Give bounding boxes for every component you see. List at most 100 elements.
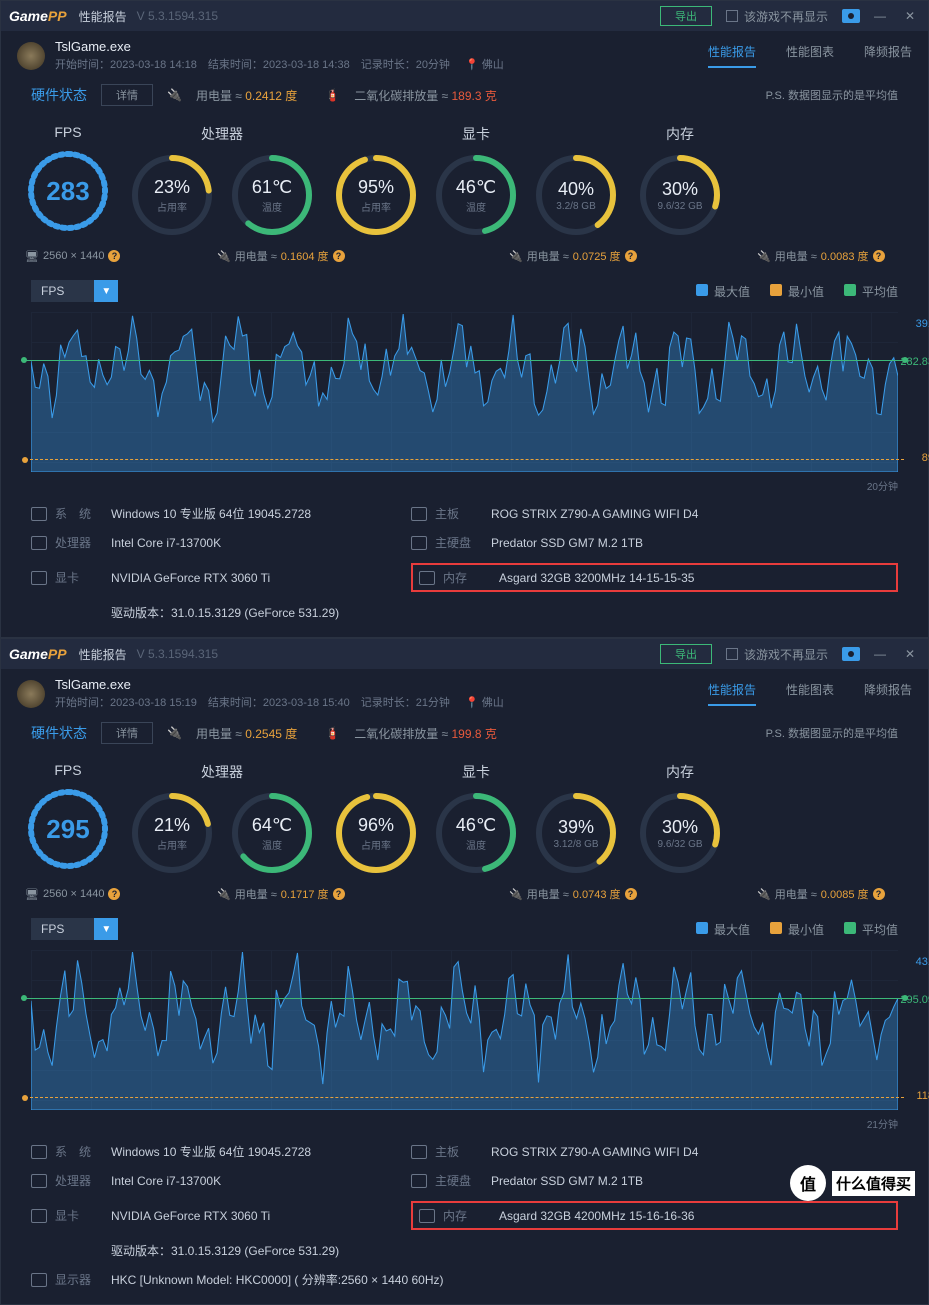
- tab-0[interactable]: 性能报告: [708, 681, 756, 706]
- report-panel: GamePP 性能报告 V 5.3.1594.315 导出 该游戏不再显示 — …: [0, 0, 929, 638]
- gpu-value: NVIDIA GeForce RTX 3060 Ti: [111, 1209, 411, 1223]
- gauge: 39%3.12/8 GB: [533, 790, 619, 876]
- gauge-label: 温度: [262, 199, 282, 214]
- ram-highlight: 内存 Asgard 32GB 4200MHz 15-16-16-36: [411, 1201, 898, 1230]
- exe-name: TslGame.exe: [55, 39, 504, 54]
- fps-group: FPS 295: [25, 762, 111, 876]
- gauge-value: 61℃: [252, 177, 292, 198]
- monitor-icon: [31, 1273, 47, 1287]
- motherboard-icon: [411, 1145, 427, 1159]
- help-icon[interactable]: ?: [108, 888, 120, 900]
- legend-min: 最小值: [770, 283, 824, 300]
- export-button[interactable]: 导出: [660, 644, 712, 664]
- camera-icon[interactable]: [842, 9, 860, 23]
- co2-emission: 二氧化碳排放量 ≈ 199.8 克: [354, 725, 497, 742]
- plug-icon: 🔌: [757, 888, 771, 901]
- cpu-group: 处理器 23%占用率 61℃温度: [129, 124, 315, 238]
- gauge: 46℃温度: [433, 790, 519, 876]
- mb-label: 主板: [411, 505, 491, 522]
- legend-avg: 平均值: [844, 921, 898, 938]
- tab-2[interactable]: 降频报告: [864, 43, 912, 68]
- disk-icon: [411, 536, 427, 550]
- help-icon[interactable]: ?: [625, 888, 637, 900]
- minimize-button[interactable]: —: [870, 644, 890, 664]
- window-title: 性能报告: [79, 646, 127, 663]
- location-icon: 📍: [465, 59, 479, 71]
- tab-1[interactable]: 性能图表: [786, 681, 834, 706]
- group-title: 处理器: [201, 124, 243, 144]
- window-title: 性能报告: [79, 8, 127, 25]
- gpu-power: 🔌用电量 ≈ 0.0743 度 ?: [509, 886, 695, 902]
- gauge: 61℃温度: [229, 152, 315, 238]
- avg-line: [21, 360, 908, 361]
- mb-value: ROG STRIX Z790-A GAMING WIFI D4: [491, 507, 898, 521]
- mb-label: 主板: [411, 1143, 491, 1160]
- dontshow-checkbox[interactable]: [726, 648, 738, 660]
- detail-button[interactable]: 详情: [101, 722, 153, 744]
- chevron-down-icon: ▼: [94, 918, 118, 940]
- cpu-label: 处理器: [31, 1172, 111, 1189]
- gauge-value: 23%: [154, 177, 190, 198]
- chevron-down-icon: ▼: [94, 280, 118, 302]
- help-icon[interactable]: ?: [873, 888, 885, 900]
- plug-icon: 🔌: [509, 250, 523, 263]
- location-icon: 📍: [465, 697, 479, 709]
- app-logo: GamePP: [9, 8, 67, 24]
- help-icon[interactable]: ?: [333, 250, 345, 262]
- dontshow-checkbox[interactable]: [726, 10, 738, 22]
- fps-chart[interactable]: 391 282.83 89: [31, 312, 898, 472]
- resolution: 🖥 2560 × 1440 ?: [25, 248, 155, 264]
- hw-status-title: 硬件状态: [31, 723, 87, 743]
- min-line: [25, 1097, 904, 1098]
- sub-row: 🖥 2560 × 1440 ? 🔌用电量 ≈ 0.1604 度 ? 🔌用电量 ≈…: [1, 246, 928, 274]
- gpu-icon: [31, 1209, 47, 1223]
- resolution: 🖥 2560 × 1440 ?: [25, 886, 155, 902]
- cpu-power: 🔌用电量 ≈ 0.1604 度 ?: [217, 248, 403, 264]
- gauges-row: FPS 295 处理器 21%占用率 64℃温度 显卡 96%占用率: [1, 754, 928, 884]
- gauge-label: 温度: [466, 199, 486, 214]
- co2-icon: 🧯: [325, 726, 340, 740]
- ram-label: 内存: [419, 569, 499, 586]
- help-icon[interactable]: ?: [333, 888, 345, 900]
- metric-dropdown[interactable]: FPS▼: [31, 918, 118, 940]
- help-icon[interactable]: ?: [873, 250, 885, 262]
- ram-label: 内存: [419, 1207, 499, 1224]
- minimize-button[interactable]: —: [870, 6, 890, 26]
- close-button[interactable]: ✕: [900, 6, 920, 26]
- gauge-value: 46℃: [456, 815, 496, 836]
- gauge: 64℃温度: [229, 790, 315, 876]
- windows-icon: [31, 507, 47, 521]
- motherboard-icon: [411, 507, 427, 521]
- close-button[interactable]: ✕: [900, 644, 920, 664]
- help-icon[interactable]: ?: [625, 250, 637, 262]
- os-value: Windows 10 专业版 64位 19045.2728: [111, 1143, 411, 1160]
- fps-chart[interactable]: 431 295.09 118: [31, 950, 898, 1110]
- detail-button[interactable]: 详情: [101, 84, 153, 106]
- tab-0[interactable]: 性能报告: [708, 43, 756, 68]
- watermark: 值 什么值得买: [790, 1165, 915, 1201]
- ram-power: 🔌用电量 ≈ 0.0083 度 ?: [757, 248, 885, 264]
- export-button[interactable]: 导出: [660, 6, 712, 26]
- power-usage: 用电量 ≈ 0.2412 度: [196, 87, 297, 104]
- co2-emission: 二氧化碳排放量 ≈ 189.3 克: [354, 87, 497, 104]
- help-icon[interactable]: ?: [108, 250, 120, 262]
- chart-legend: 最大值 最小值 平均值: [696, 283, 898, 300]
- avg-line: [21, 998, 908, 999]
- metric-dropdown[interactable]: FPS▼: [31, 280, 118, 302]
- cpu-group: 处理器 21%占用率 64℃温度: [129, 762, 315, 876]
- tab-1[interactable]: 性能图表: [786, 43, 834, 68]
- titlebar: GamePP 性能报告 V 5.3.1594.315 导出 该游戏不再显示 — …: [1, 639, 928, 669]
- ram-value: Asgard 32GB 4200MHz 15-16-16-36: [499, 1209, 890, 1223]
- chart-controls: FPS▼ 最大值 最小值 平均值: [1, 274, 928, 308]
- gauge: 295: [25, 786, 111, 872]
- gauge: 95%占用率: [333, 152, 419, 238]
- gauge-label: 3.2/8 GB: [556, 201, 595, 212]
- camera-icon[interactable]: [842, 647, 860, 661]
- display-value: HKC [Unknown Model: HKC0000] ( 分辨率:2560 …: [111, 1271, 898, 1288]
- tab-2[interactable]: 降频报告: [864, 681, 912, 706]
- header: TslGame.exe 开始时间：2023-03-18 15:19 结束时间：2…: [1, 669, 928, 718]
- gauge-label: 9.6/32 GB: [657, 839, 702, 850]
- driver-version: 驱动版本：31.0.15.3129 (GeForce 531.29): [111, 604, 411, 621]
- exe-name: TslGame.exe: [55, 677, 504, 692]
- titlebar: GamePP 性能报告 V 5.3.1594.315 导出 该游戏不再显示 — …: [1, 1, 928, 31]
